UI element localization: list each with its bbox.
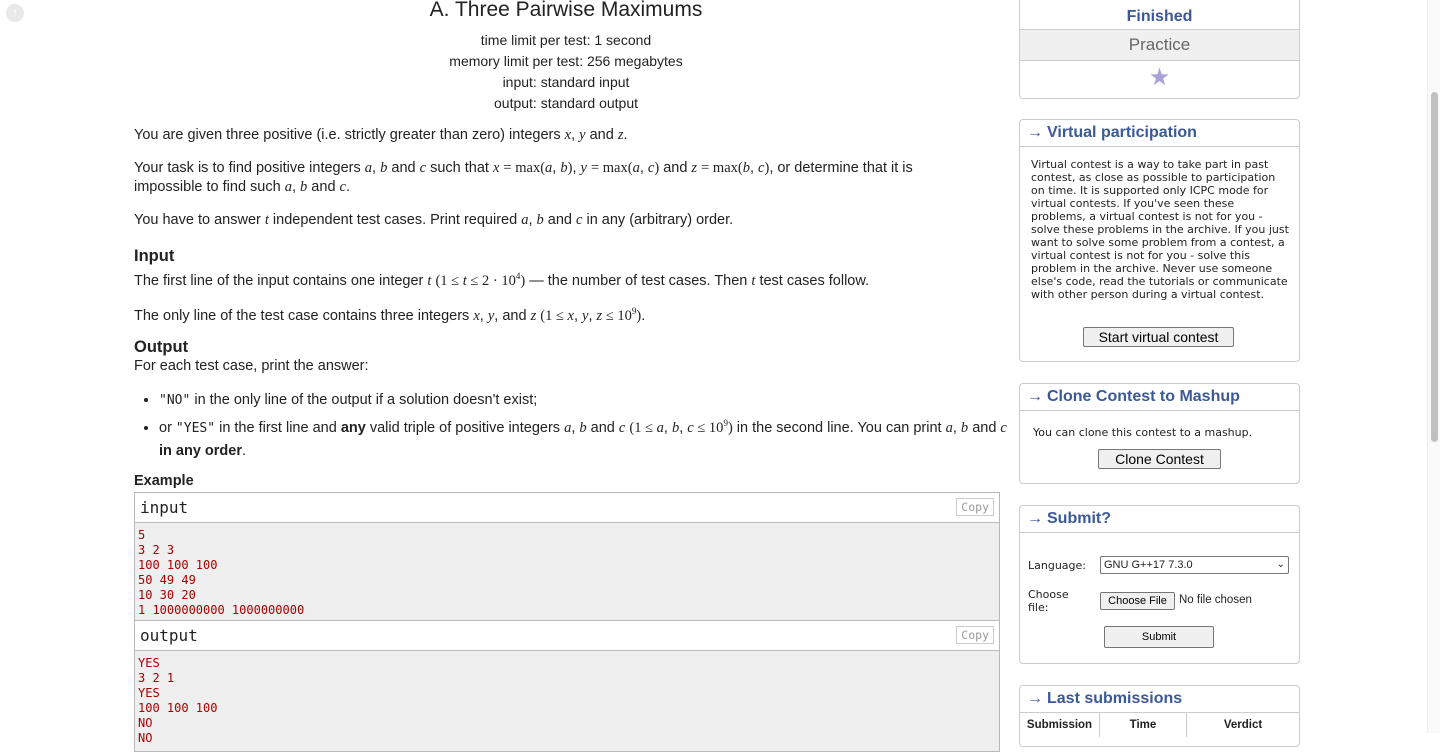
- last-submissions-title: Last submissions: [1047, 690, 1183, 707]
- answer-list: "NO" in the only line of the output if a…: [134, 389, 1009, 463]
- column-verdict: Verdict: [1223, 719, 1263, 731]
- start-virtual-contest-button[interactable]: Start virtual contest: [1083, 327, 1234, 347]
- submit-box: → Submit? Language: GNU G++17 7.3.0 ⌄ Cho…: [1019, 505, 1300, 664]
- virtual-text: Virtual contest is a way to take part in…: [1031, 158, 1289, 301]
- statement-paragraph-2: Your task is to find positive integers a…: [134, 160, 913, 195]
- submit-title: Submit?: [1047, 510, 1111, 527]
- column-submission: Submission: [1020, 713, 1100, 737]
- star-icon[interactable]: ★: [1020, 61, 1299, 97]
- output-heading: Output: [134, 338, 189, 356]
- copy-input-button[interactable]: Copy: [956, 498, 994, 516]
- input-paragraph-1: The first line of the input contains one…: [134, 271, 870, 289]
- input-paragraph-2: The only line of the test case contains …: [134, 306, 646, 324]
- virtual-participation-box: → Virtual participation Virtual contest i…: [1019, 119, 1300, 362]
- contest-status-box: Finished Practice ★: [1019, 0, 1300, 99]
- statement-paragraph-3: You have to answer t independent test ca…: [134, 212, 734, 228]
- example-heading: Example: [134, 473, 194, 489]
- status-finished: Finished: [1020, 0, 1299, 30]
- list-item: "NO" in the only line of the output if a…: [159, 389, 1009, 412]
- file-label: Choose file:: [1028, 588, 1069, 614]
- column-time: Time: [1100, 713, 1187, 737]
- scrollbar-thumb[interactable]: [1431, 92, 1438, 442]
- sample-input-label: input: [140, 498, 189, 517]
- input-heading: Input: [134, 247, 175, 265]
- problem-title: A. Three Pairwise Maximums: [429, 0, 703, 21]
- status-practice: Practice: [1020, 30, 1299, 61]
- problem-limits: time limit per test: 1 second memory lim…: [134, 30, 998, 114]
- table-header: Submission Time Verdict: [1020, 713, 1299, 737]
- clone-title: Clone Contest to Mashup: [1047, 388, 1240, 405]
- sample-input-text: 5 3 2 3 100 100 100 50 49 49 10 30 20 1 …: [138, 528, 305, 617]
- output-spec: output: standard output: [494, 95, 638, 111]
- sample-input: input Copy 5 3 2 3 100 100 100 50 49 49 …: [134, 492, 1000, 622]
- submit-button[interactable]: Submit: [1104, 626, 1214, 648]
- language-select[interactable]: GNU G++17 7.3.0 ⌄: [1100, 556, 1289, 574]
- file-status: No file chosen: [1179, 594, 1252, 606]
- clone-contest-box: → Clone Contest to Mashup You can clone t…: [1019, 383, 1300, 484]
- statement-paragraph-1: You are given three positive (i.e. stric…: [134, 127, 628, 143]
- memory-limit: memory limit per test: 256 megabytes: [449, 53, 683, 69]
- copy-output-button[interactable]: Copy: [956, 626, 994, 644]
- output-intro: For each test case, print the answer:: [134, 358, 369, 374]
- clone-text: You can clone this contest to a mashup.: [1033, 426, 1253, 439]
- clone-contest-button[interactable]: Clone Contest: [1098, 449, 1221, 469]
- sample-output: output Copy YES 3 2 1 YES 100 100 100 NO…: [134, 620, 1000, 752]
- sample-output-text: YES 3 2 1 YES 100 100 100 NO NO: [138, 656, 218, 745]
- sample-output-label: output: [140, 626, 198, 645]
- scroll-top-icon[interactable]: ↑: [6, 4, 24, 22]
- last-submissions-box: → Last submissions Submission Time Verdic…: [1019, 685, 1300, 747]
- chevron-down-icon: ⌄: [1276, 559, 1285, 570]
- virtual-title: Virtual participation: [1047, 124, 1197, 141]
- list-item: or "YES" in the first line and any valid…: [159, 412, 1009, 463]
- language-label: Language:: [1028, 559, 1086, 572]
- scrollbar[interactable]: [1427, 0, 1440, 733]
- time-limit: time limit per test: 1 second: [480, 32, 652, 48]
- input-spec: input: standard input: [502, 74, 630, 90]
- choose-file-button[interactable]: Choose File: [1100, 592, 1175, 610]
